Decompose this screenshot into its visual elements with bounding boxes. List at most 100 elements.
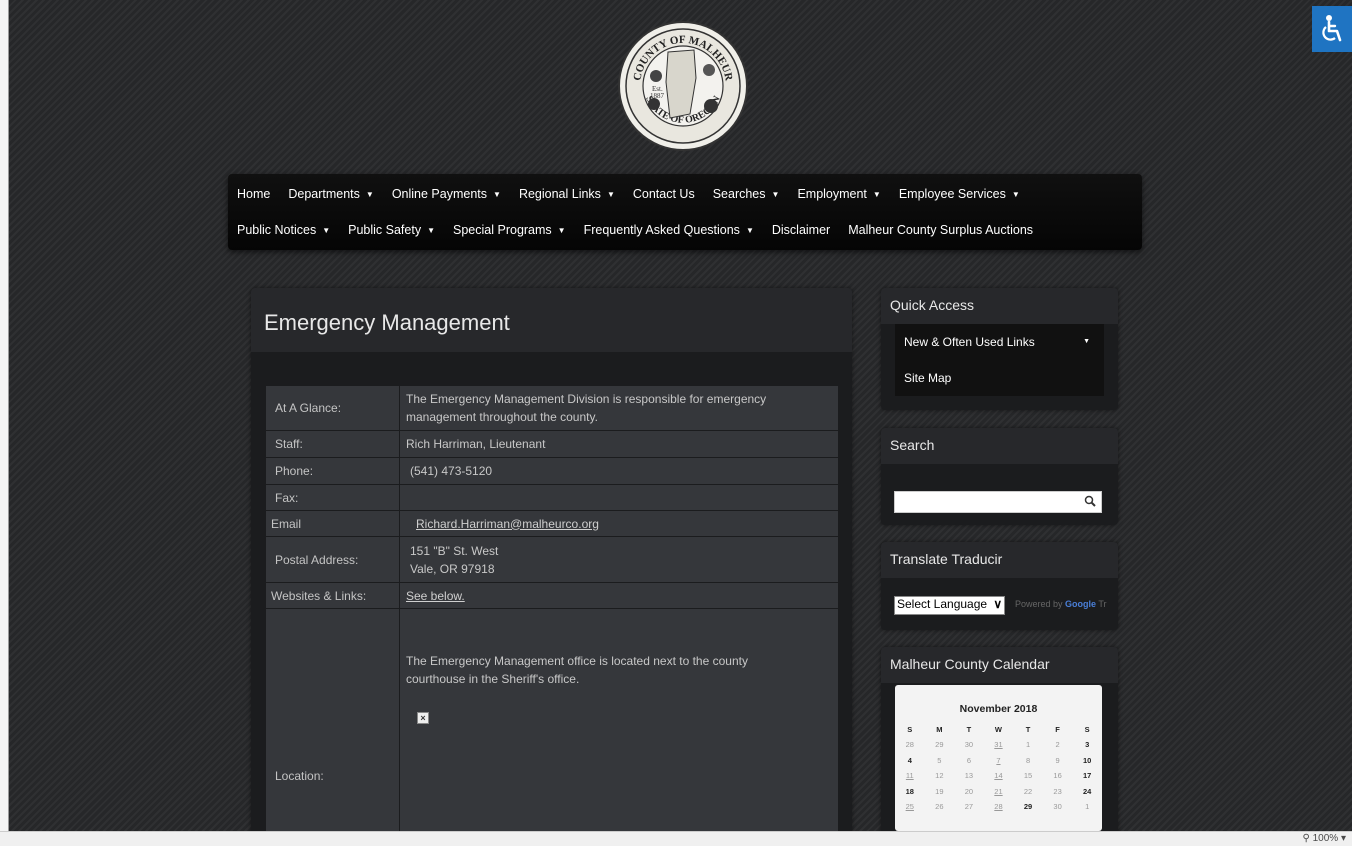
nav-item-label: Employee Services	[898, 187, 1006, 201]
calendar-day: 19	[935, 786, 944, 796]
calendar-day: 6	[966, 755, 971, 765]
calendar-weekday: F	[1055, 724, 1060, 734]
language-select[interactable]: Select Language ∨	[894, 596, 1006, 615]
calendar-weekday: S	[907, 724, 913, 734]
calendar-day[interactable]: 14	[984, 768, 1014, 784]
main-content-panel: Emergency Management At A Glance: The Em…	[251, 288, 852, 836]
calendar-day[interactable]: 3	[1072, 737, 1102, 753]
search-title: Search	[881, 428, 1118, 464]
chevron-down-icon: ▼	[606, 190, 615, 199]
calendar-day: 28	[905, 740, 914, 750]
calendar-day: 12	[935, 771, 944, 781]
row-value-fax	[399, 484, 839, 511]
nav-item-home[interactable]: Home	[228, 176, 279, 212]
calendar-day: 16	[1053, 771, 1062, 781]
nav-item-public-safety[interactable]: Public Safety ▼	[339, 212, 444, 248]
row-label-websites: Websites & Links:	[265, 582, 400, 609]
powered-by-google[interactable]: Powered by Google Tr	[1015, 599, 1107, 609]
nav-item-employee-services[interactable]: Employee Services ▼	[890, 176, 1029, 212]
see-below-link[interactable]: See below.	[406, 589, 465, 603]
table-row: Location: The Emergency Management offic…	[265, 608, 839, 835]
search-input[interactable]	[894, 491, 1102, 513]
nav-item-label: Regional Links	[518, 187, 601, 201]
calendar-day[interactable]: 7	[984, 753, 1014, 769]
svg-text:1887: 1887	[650, 92, 665, 100]
calendar-day: 27	[964, 802, 974, 812]
calendar-day[interactable]: 24	[1072, 784, 1102, 800]
content-header: Emergency Management	[251, 288, 852, 352]
nav-item-label: Employment	[797, 187, 867, 201]
quick-access-widget: Quick Access New & Often Used Links ▼ Si…	[881, 288, 1118, 410]
calendar-day: 1	[1085, 802, 1090, 812]
nav-item-employment[interactable]: Employment ▼	[788, 176, 889, 212]
calendar-day: 2	[1055, 740, 1060, 750]
translate-widget: Translate Traducir Select Language ∨ Pow…	[881, 542, 1118, 630]
nav-item-disclaimer[interactable]: Disclaimer	[763, 212, 839, 248]
row-value-staff: Rich Harriman, Lieutenant	[399, 430, 839, 458]
quick-access-title: Quick Access	[881, 288, 1118, 324]
calendar-weekday: T	[1025, 724, 1031, 734]
nav-item-label: Departments	[288, 187, 360, 201]
county-seal-logo[interactable]: COUNTY OF MALHEUR STATE OF OREGON Est. 1…	[616, 18, 750, 154]
calendar-day[interactable]: 17	[1072, 768, 1102, 784]
calendar-weekday: M	[936, 724, 943, 734]
calendar-day[interactable]: 28	[984, 799, 1014, 815]
calendar-day: 22	[1023, 786, 1033, 796]
row-value-phone: (541) 473-5120	[399, 457, 839, 485]
chevron-down-icon: ▼	[771, 190, 780, 199]
calendar-day[interactable]: 29	[1013, 799, 1043, 815]
table-row: Postal Address: 151 "B" St. West Vale, OR…	[265, 536, 839, 583]
table-row: Staff: Rich Harriman, Lieutenant	[265, 430, 839, 458]
chevron-down-icon: ▼	[365, 190, 374, 199]
nav-item-searches[interactable]: Searches ▼	[704, 176, 789, 212]
chevron-down-icon: ▼	[1083, 338, 1090, 345]
calendar-week: 25 26 27 28 29 30 1	[895, 799, 1102, 815]
quick-link-new-often-used[interactable]: New & Often Used Links ▼	[895, 324, 1104, 360]
calendar-day: 29	[935, 740, 944, 750]
calendar-day: 5	[937, 755, 942, 765]
table-row: Phone: (541) 473-5120	[265, 457, 839, 485]
nav-item-frequently-asked-questions[interactable]: Frequently Asked Questions ▼	[575, 212, 763, 248]
broken-image-icon: ×	[417, 712, 429, 724]
nav-item-special-programs[interactable]: Special Programs ▼	[444, 212, 575, 248]
quick-access-menu: New & Often Used Links ▼ Site Map	[895, 324, 1104, 396]
calendar-day: 26	[935, 802, 944, 812]
nav-item-departments[interactable]: Departments ▼	[279, 176, 382, 212]
row-label-glance: At A Glance:	[265, 385, 400, 431]
calendar-week: 4 5 6 7 8 9 10	[895, 753, 1102, 769]
calendar: November 2018 SMTWTFS 28 29 30 31 1 2 3 4 5 6 7 8 9 1…	[895, 685, 1102, 831]
nav-item-label: Malheur County Surplus Auctions	[848, 223, 1034, 237]
calendar-day[interactable]: 11	[895, 768, 925, 784]
calendar-day: 9	[1055, 755, 1060, 765]
calendar-week: 18 19 20 21 22 23 24	[895, 784, 1102, 800]
calendar-day[interactable]: 10	[1072, 753, 1102, 769]
search-icon[interactable]	[1083, 494, 1097, 508]
chevron-down-icon: ▼	[1011, 190, 1020, 199]
calendar-day[interactable]: 21	[984, 784, 1014, 800]
accessibility-button[interactable]	[1312, 6, 1352, 52]
row-label-fax: Fax:	[265, 484, 400, 511]
calendar-month: November 2018	[959, 703, 1038, 715]
calendar-day[interactable]: 18	[895, 784, 925, 800]
row-label-phone: Phone:	[265, 457, 400, 485]
nav-item-contact-us[interactable]: Contact Us	[624, 176, 704, 212]
calendar-day: 30	[964, 740, 974, 750]
quick-link-site-map[interactable]: Site Map	[895, 360, 1104, 396]
calendar-day[interactable]: 25	[895, 799, 925, 815]
row-label-location: Location:	[265, 608, 400, 835]
nav-item-malheur-county-surplus-auctions[interactable]: Malheur County Surplus Auctions	[839, 212, 1042, 248]
email-link[interactable]: Richard.Harriman@malheurco.org	[416, 517, 599, 531]
calendar-day: 8	[1025, 755, 1031, 765]
nav-item-regional-links[interactable]: Regional Links ▼	[510, 176, 624, 212]
page-title: Emergency Management	[264, 310, 510, 335]
row-label-email: Email	[265, 510, 400, 537]
zoom-level[interactable]: ⚲ 100% ▾	[1303, 833, 1347, 844]
calendar-day[interactable]: 4	[895, 753, 925, 769]
nav-item-label: Public Safety	[348, 223, 422, 237]
calendar-day[interactable]: 31	[984, 737, 1014, 753]
nav-item-online-payments[interactable]: Online Payments ▼	[383, 176, 510, 212]
calendar-week: 11 12 13 14 15 16 17	[895, 768, 1102, 784]
nav-item-label: Public Notices	[237, 223, 317, 237]
nav-item-public-notices[interactable]: Public Notices ▼	[228, 212, 339, 248]
row-value-postal: 151 "B" St. West Vale, OR 97918	[399, 536, 839, 583]
